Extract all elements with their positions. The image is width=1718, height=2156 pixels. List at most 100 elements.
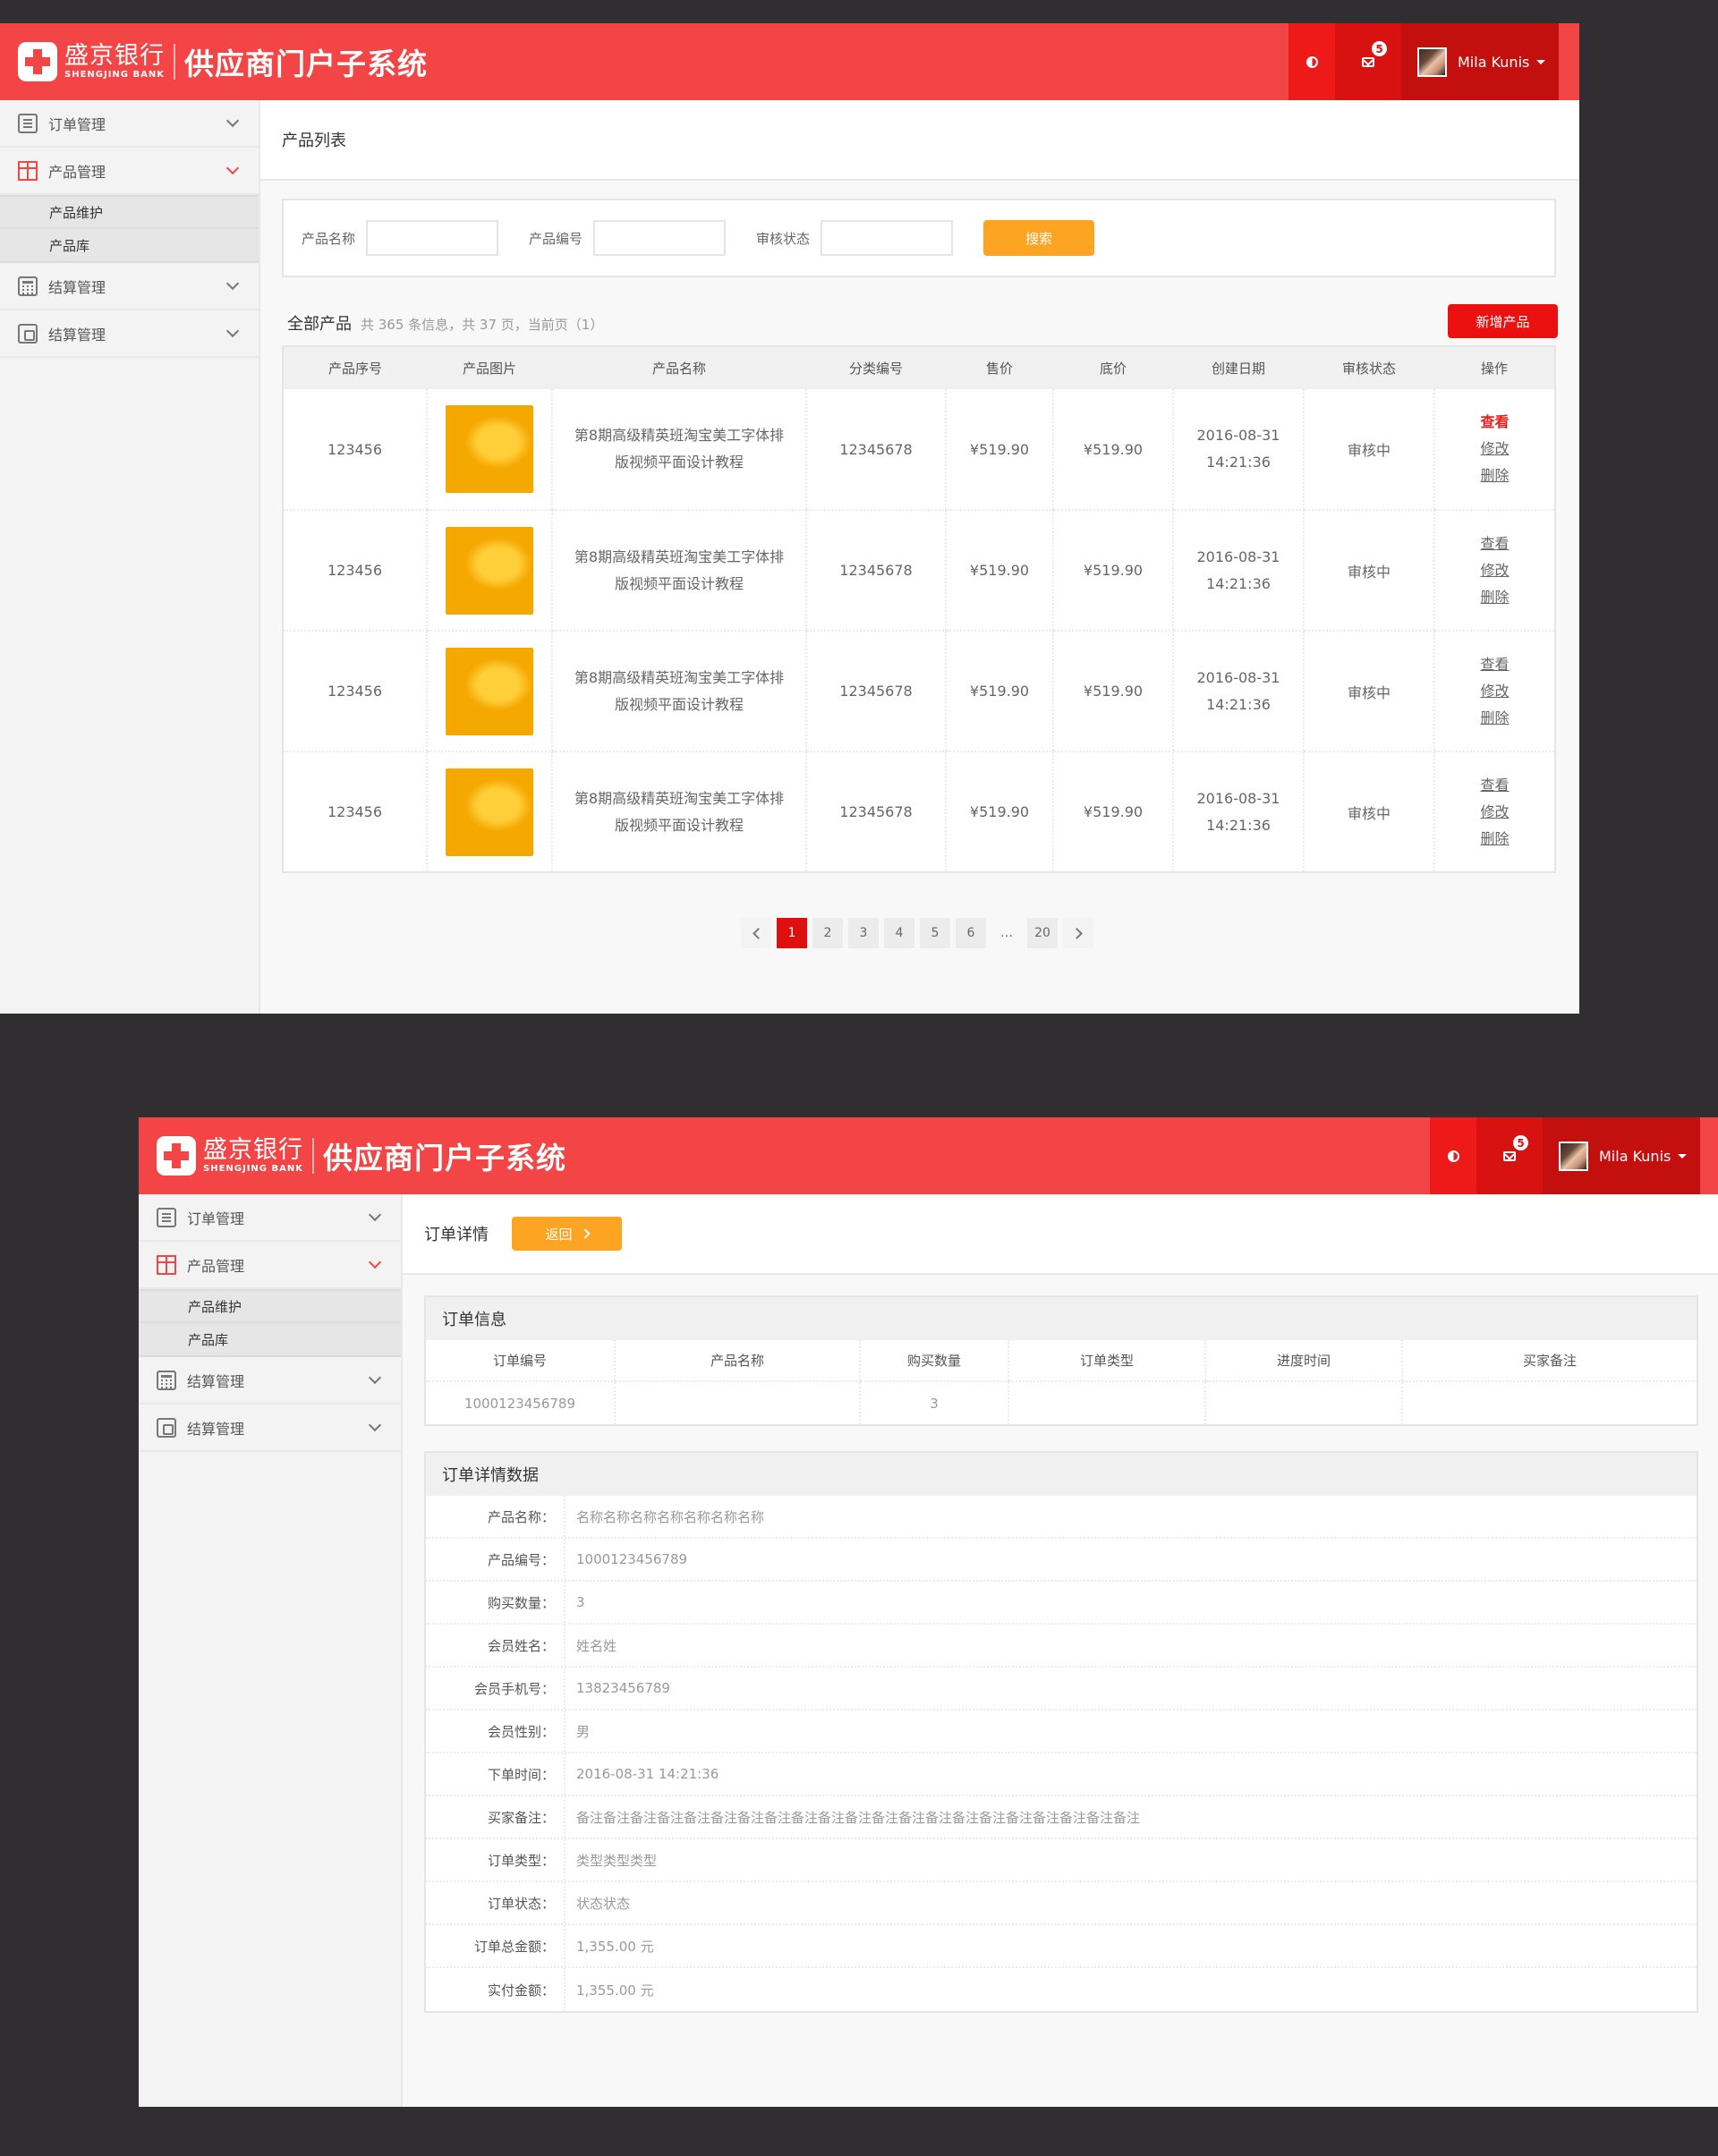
page-button[interactable]: 4 <box>884 918 914 948</box>
delete-link[interactable]: 删除 <box>1480 584 1509 611</box>
column-header[interactable]: 售价 <box>946 346 1053 389</box>
product-code-input[interactable] <box>593 220 727 256</box>
field-value: 姓名姓 <box>576 1637 617 1654</box>
detail-field-row: 会员姓名： 姓名姓 <box>426 1625 1697 1668</box>
sidebar-subitem-product-maintenance[interactable]: 产品维护 <box>0 195 259 229</box>
contrast-toggle-button[interactable] <box>1430 1117 1476 1194</box>
sidebar-item-settlement[interactable]: 结算管理 <box>0 263 259 310</box>
view-link[interactable]: 查看 <box>1480 651 1509 678</box>
sidebar-item-settlement-2[interactable]: 结算管理 <box>139 1405 401 1452</box>
product-name-cell <box>614 1381 860 1424</box>
list-title: 全部产品 <box>287 315 352 334</box>
view-link[interactable]: 查看 <box>1480 531 1509 557</box>
table-header-row: 订单编号 产品名称 购买数量 订单类型 进度时间 买家备注 <box>426 1340 1697 1382</box>
sidebar-subitem-product-maintenance[interactable]: 产品维护 <box>139 1289 401 1323</box>
review-status-cell: 审核中 <box>1303 389 1434 511</box>
sidebar-submenu: 产品维护 产品库 <box>139 1289 401 1357</box>
product-list-screen: 盛京银行 SHENGJING BANK 供应商门户子系统 5 Mila Kuni… <box>0 23 1579 1014</box>
field-value: 男 <box>576 1723 591 1740</box>
contrast-toggle-button[interactable] <box>1288 23 1335 100</box>
page-button[interactable]: 1 <box>777 918 807 948</box>
price-cell: ¥519.90 <box>945 751 1053 872</box>
buyer-note-cell <box>1401 1381 1697 1424</box>
page-button[interactable]: 5 <box>920 918 950 948</box>
field-value: 类型类型类型 <box>576 1852 658 1869</box>
prev-page-button[interactable] <box>741 918 771 948</box>
page-title: 订单详情 <box>424 1226 489 1244</box>
column-header[interactable]: 产品名称 <box>552 346 806 389</box>
brand-logo[interactable]: 盛京银行 SHENGJING BANK 供应商门户子系统 <box>18 38 428 85</box>
sidebar-subitem-product-library[interactable]: 产品库 <box>139 1323 401 1357</box>
sidebar-item-label: 订单管理 <box>48 115 106 133</box>
chevron-down-icon <box>368 1371 382 1385</box>
field-label: 实付金额： <box>426 1968 566 2011</box>
sidebar-item-products[interactable]: 产品管理 <box>139 1242 401 1289</box>
product-name-cell: 第8期高级精英班淘宝美工字体排版视频平面设计教程 <box>551 631 806 752</box>
delete-link[interactable]: 删除 <box>1480 463 1509 489</box>
sidebar-item-settlement[interactable]: 结算管理 <box>139 1357 401 1405</box>
edit-link[interactable]: 修改 <box>1480 557 1509 584</box>
page-button[interactable]: 3 <box>848 918 879 948</box>
caret-down-icon <box>1678 1153 1688 1159</box>
user-menu-button[interactable]: Mila Kunis <box>1401 23 1559 100</box>
sidebar-item-products[interactable]: 产品管理 <box>0 148 259 195</box>
back-button[interactable]: 返回 <box>512 1217 622 1251</box>
add-product-button[interactable]: 新增产品 <box>1448 304 1558 338</box>
edit-link[interactable]: 修改 <box>1480 678 1509 705</box>
edit-link[interactable]: 修改 <box>1480 436 1509 463</box>
page-button[interactable]: 20 <box>1027 918 1058 948</box>
sidebar-item-label: 结算管理 <box>187 1372 245 1390</box>
field-value: 备注备注备注备注备注备注备注备注备注备注备注备注备注备注备注备注备注备注备注备注… <box>576 1809 1141 1826</box>
field-label: 订单总金额： <box>426 1925 566 1966</box>
column-header: 产品名称 <box>614 1340 860 1382</box>
messages-button[interactable]: 5 <box>1335 23 1401 100</box>
user-menu-button[interactable]: Mila Kunis <box>1543 1117 1700 1194</box>
detail-field-row: 会员性别： 男 <box>426 1710 1697 1753</box>
review-status-input[interactable] <box>821 220 954 256</box>
column-header[interactable]: 创建日期 <box>1173 346 1304 389</box>
column-header[interactable]: 审核状态 <box>1304 346 1434 389</box>
column-header[interactable]: 分类编号 <box>806 346 946 389</box>
messages-button[interactable]: 5 <box>1476 1117 1543 1194</box>
order-detail-screen: 盛京银行 SHENGJING BANK 供应商门户子系统 5 Mila Kuni… <box>139 1117 1718 2107</box>
field-value: 1,355.00 元 <box>576 1938 654 1955</box>
brand-logo[interactable]: 盛京银行 SHENGJING BANK 供应商门户子系统 <box>157 1133 566 1179</box>
search-button[interactable]: 搜索 <box>983 220 1095 256</box>
delete-link[interactable]: 删除 <box>1480 705 1509 732</box>
sidebar-item-orders[interactable]: 订单管理 <box>139 1194 401 1242</box>
field-label: 会员姓名： <box>426 1625 566 1666</box>
product-name-input[interactable] <box>366 220 499 256</box>
canned-peach-image[interactable] <box>446 768 533 856</box>
sidebar-item-label: 订单管理 <box>187 1210 245 1227</box>
column-header[interactable]: 底价 <box>1053 346 1173 389</box>
edit-link[interactable]: 修改 <box>1480 799 1509 826</box>
sidebar-submenu: 产品维护 产品库 <box>0 195 259 263</box>
column-header[interactable]: 产品序号 <box>283 346 427 389</box>
next-page-button[interactable] <box>1063 918 1093 948</box>
field-label: 产品名称： <box>426 1496 566 1537</box>
chevron-down-icon <box>368 1208 382 1222</box>
page-button[interactable]: 6 <box>956 918 986 948</box>
system-title: 供应商门户子系统 <box>184 47 428 81</box>
created-date-cell: 2016-08-31 14:21:36 <box>1172 510 1304 632</box>
view-link[interactable]: 查看 <box>1480 772 1509 799</box>
created-time: 14:21:36 <box>1206 816 1271 834</box>
sidebar-item-orders[interactable]: 订单管理 <box>0 100 259 148</box>
product-name-cell: 第8期高级精英班淘宝美工字体排版视频平面设计教程 <box>551 751 806 872</box>
product-id-cell: 123456 <box>283 389 427 511</box>
page-button[interactable]: 2 <box>812 918 843 948</box>
column-header: 订单编号 <box>426 1340 615 1382</box>
view-link[interactable]: 查看 <box>1480 409 1509 436</box>
canned-peach-image[interactable] <box>446 405 533 493</box>
progress-time-cell <box>1204 1381 1402 1424</box>
delete-link[interactable]: 删除 <box>1480 826 1509 853</box>
canned-peach-image[interactable] <box>446 526 533 615</box>
detail-field-row: 订单类型： 类型类型类型 <box>426 1839 1697 1882</box>
canned-peach-image[interactable] <box>446 647 533 735</box>
sidebar-item-settlement-2[interactable]: 结算管理 <box>0 310 259 358</box>
sidebar-subitem-product-library[interactable]: 产品库 <box>0 229 259 263</box>
message-count-badge: 5 <box>1372 41 1387 56</box>
list-header: 全部产品 共 365 条信息，共 37 页，当前页（1） <box>287 311 603 335</box>
page-title-bar: 产品列表 <box>260 100 1579 181</box>
column-header[interactable]: 产品图片 <box>427 346 552 389</box>
